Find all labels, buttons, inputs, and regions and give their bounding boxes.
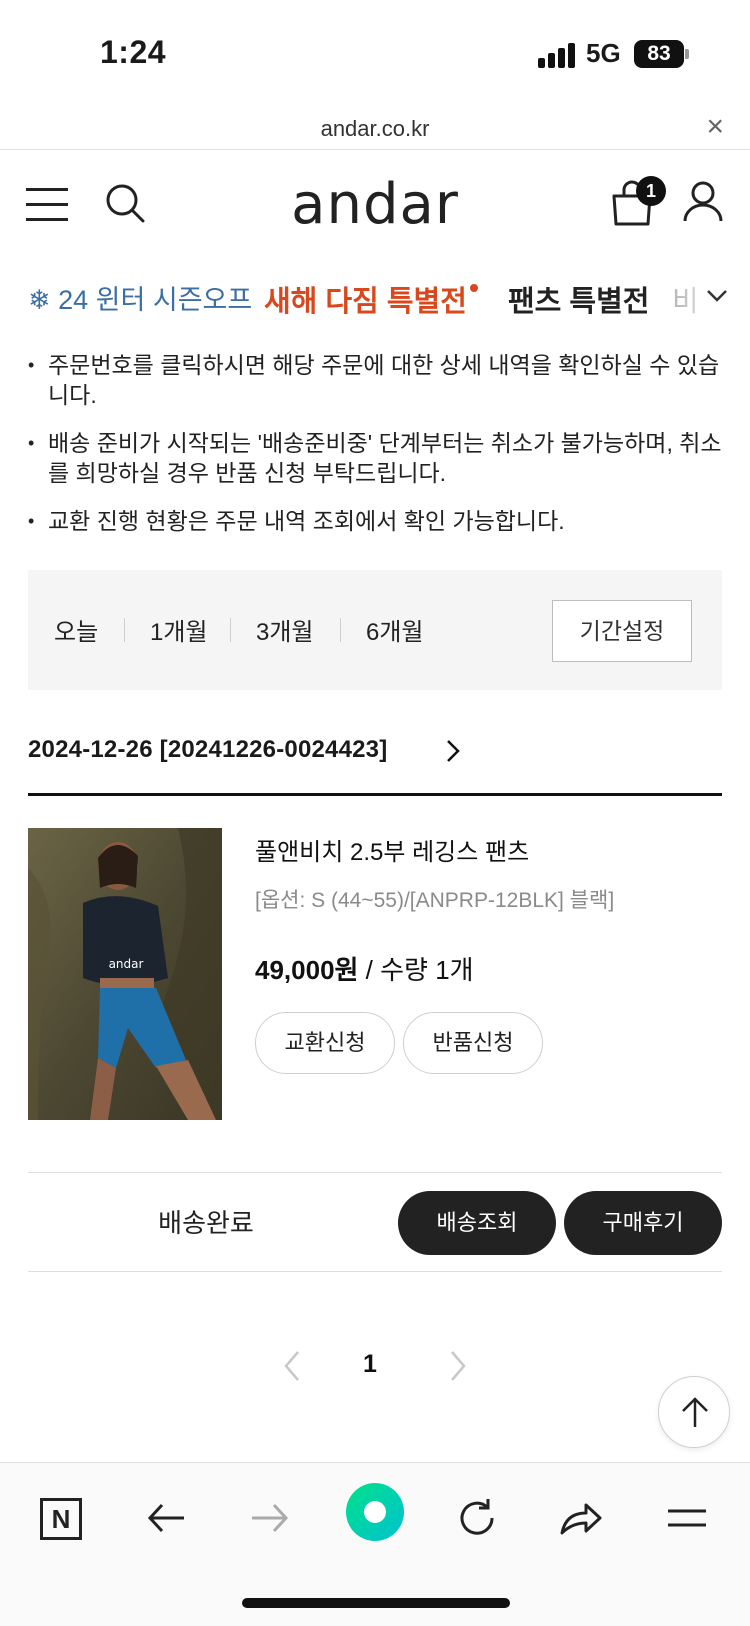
period-today[interactable]: 오늘 — [54, 612, 98, 647]
delivery-status-row: 배송완료 배송조회 구매후기 — [28, 1172, 722, 1272]
product-quantity: / 수량 1개 — [358, 955, 474, 985]
status-bar: 1:24 5G 83 — [0, 0, 750, 108]
back-arrow-icon[interactable] — [142, 1493, 192, 1543]
category-label: 새해 다짐 특별전 — [264, 286, 467, 318]
arrow-up-icon — [682, 1397, 708, 1427]
category-label: 24 윈터 시즌오프 — [58, 285, 253, 315]
scroll-to-top-button[interactable] — [658, 1376, 730, 1448]
refresh-icon[interactable] — [452, 1493, 502, 1543]
url-text[interactable]: andar.co.kr — [0, 116, 750, 142]
product-image[interactable]: andar — [28, 828, 222, 1120]
product-price-qty: 49,000원 / 수량 1개 — [255, 950, 474, 987]
period-1-month[interactable]: 1개월 — [150, 612, 208, 647]
divider — [340, 618, 341, 642]
close-icon[interactable]: × — [706, 110, 724, 144]
order-date-number[interactable]: 2024-12-26 [20241226-0024423] — [28, 736, 387, 764]
status-time: 1:24 — [100, 34, 167, 70]
naver-home-icon[interactable]: N — [40, 1498, 82, 1540]
divider — [230, 618, 231, 642]
menu-icon[interactable] — [662, 1493, 712, 1543]
chevron-right-icon[interactable] — [442, 738, 464, 764]
category-new-year-special[interactable]: 새해 다짐 특별전 — [264, 278, 478, 320]
period-3-months[interactable]: 3개월 — [256, 612, 314, 647]
category-pants-special[interactable]: 팬츠 특별전 — [508, 278, 649, 320]
snowflake-icon: ❄ — [28, 285, 51, 315]
notice-item: 주문번호를 클릭하시면 해당 주문에 대한 상세 내역을 확인하실 수 있습니다… — [28, 350, 728, 410]
user-icon[interactable] — [682, 180, 724, 222]
return-request-button[interactable]: 반품신청 — [403, 1012, 543, 1074]
search-icon[interactable] — [104, 182, 146, 224]
new-dot-icon — [469, 284, 478, 292]
custom-period-button[interactable]: 기간설정 — [552, 600, 692, 662]
product-price: 49,000원 — [255, 955, 359, 985]
site-header: andar 1 — [0, 150, 750, 260]
shirt-logo-text: andar — [109, 957, 144, 971]
period-filter: 오늘 1개월 3개월 6개월 기간설정 — [28, 570, 722, 690]
green-dot-icon[interactable] — [346, 1483, 404, 1541]
chevron-down-icon[interactable] — [704, 282, 730, 308]
delivery-status: 배송완료 — [158, 1208, 254, 1238]
write-review-button[interactable]: 구매후기 — [564, 1191, 722, 1255]
home-indicator[interactable] — [242, 1598, 510, 1608]
url-bar[interactable]: andar.co.kr × — [0, 108, 750, 150]
category-strip: ❄ 24 윈터 시즌오프 새해 다짐 특별전 팬츠 특별전 비 — [0, 270, 750, 326]
next-page-icon[interactable] — [446, 1348, 470, 1384]
order-notice-list: 주문번호를 클릭하시면 해당 주문에 대한 상세 내역을 확인하실 수 있습니다… — [28, 350, 728, 554]
andar-logo[interactable]: andar — [250, 172, 500, 237]
signal-icon — [538, 42, 578, 68]
category-label: 팬츠 특별전 — [508, 286, 650, 318]
previous-page-icon[interactable] — [280, 1348, 304, 1384]
battery-tip — [685, 49, 689, 59]
track-delivery-button[interactable]: 배송조회 — [398, 1191, 556, 1255]
divider — [124, 618, 125, 642]
notice-item: 배송 준비가 시작되는 '배송준비중' 단계부터는 취소가 불가능하며, 취소를… — [28, 428, 728, 488]
page-number-current[interactable]: 1 — [363, 1350, 377, 1379]
category-winter-season-off[interactable]: ❄ 24 윈터 시즌오프 — [28, 278, 252, 317]
hamburger-menu-icon[interactable] — [26, 188, 68, 222]
network-label: 5G — [586, 38, 621, 68]
forward-arrow-icon[interactable] — [244, 1493, 294, 1543]
product-option: [옵션: S (44~55)/[ANPRP-12BLK] 블랙] — [255, 889, 615, 912]
notice-item: 교환 진행 현황은 주문 내역 조회에서 확인 가능합니다. — [28, 506, 728, 536]
battery-icon: 83 — [634, 40, 684, 68]
period-6-months[interactable]: 6개월 — [366, 612, 424, 647]
cart-count-badge: 1 — [636, 176, 666, 206]
share-icon[interactable] — [556, 1493, 606, 1543]
product-name[interactable]: 풀앤비치 2.5부 레깅스 팬츠 — [255, 832, 529, 867]
exchange-request-button[interactable]: 교환신청 — [255, 1012, 395, 1074]
order-number-link[interactable]: 2024-12-26 [20241226-0024423] — [28, 736, 722, 796]
